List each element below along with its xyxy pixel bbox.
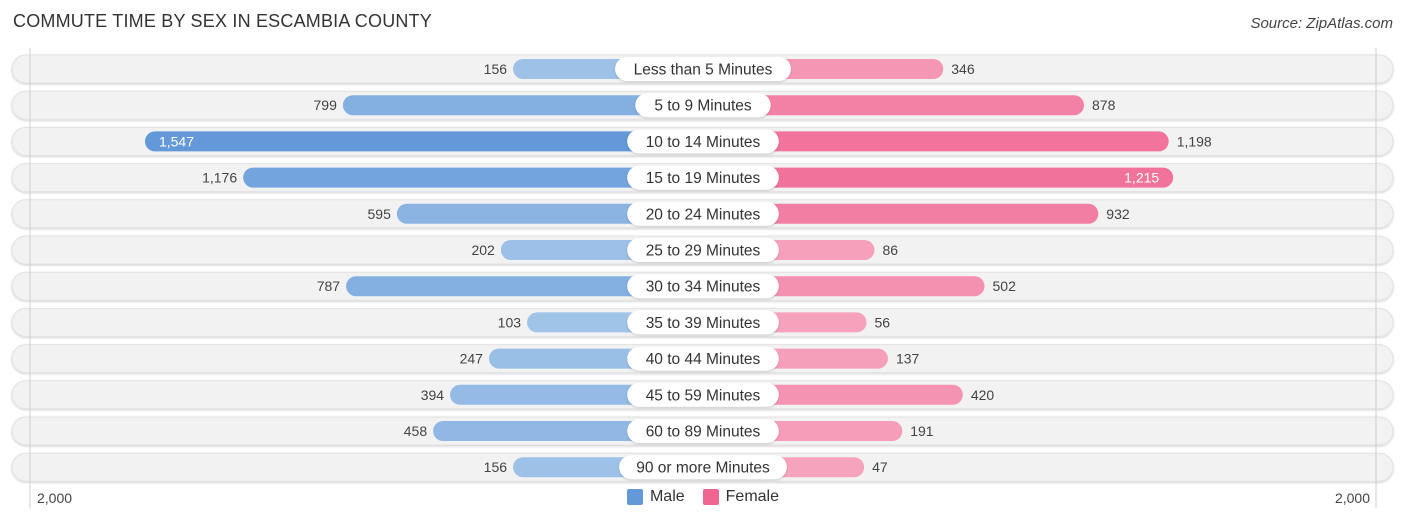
category-label: Less than 5 Minutes: [634, 62, 773, 79]
value-label-female: 191: [910, 423, 934, 439]
category-label: 5 to 9 Minutes: [654, 98, 752, 115]
value-label-female: 878: [1092, 97, 1116, 113]
value-label-male: 103: [498, 314, 522, 330]
value-label-male: 156: [484, 459, 508, 475]
category-label: 40 to 44 Minutes: [646, 351, 761, 368]
value-label-female: 56: [875, 314, 891, 330]
category-label: 25 to 29 Minutes: [646, 243, 761, 260]
legend-label-male: Male: [649, 488, 685, 505]
legend-item-male[interactable]: Male: [626, 488, 685, 506]
value-label-female: 47: [872, 459, 888, 475]
value-label-female: 137: [896, 351, 920, 367]
legend: Male Female: [0, 488, 1406, 506]
value-label-male: 595: [368, 206, 392, 222]
category-label: 10 to 14 Minutes: [646, 134, 761, 151]
category-label: 30 to 34 Minutes: [646, 279, 761, 296]
value-label-female: 1,198: [1177, 133, 1212, 149]
legend-swatch-female: [702, 489, 719, 505]
value-label-male: 1,176: [202, 170, 237, 186]
value-label-female: 502: [993, 278, 1017, 294]
chart-canvas: 156 346 Less than 5 Minutes 799 878 5 to 9 Mi…: [11, 48, 1394, 508]
value-label-male: 202: [471, 242, 495, 258]
value-label-female: 420: [971, 387, 995, 403]
value-label-male: 156: [484, 61, 508, 77]
value-label-male: 458: [404, 423, 428, 439]
value-label-male: 787: [317, 278, 341, 294]
category-label: 20 to 24 Minutes: [646, 206, 761, 223]
value-label-female: 1,215: [1124, 170, 1159, 186]
category-label: 15 to 19 Minutes: [646, 170, 761, 187]
category-label: 90 or more Minutes: [636, 460, 770, 477]
bar-male[interactable]: [144, 131, 703, 152]
category-label: 35 to 39 Minutes: [646, 315, 761, 332]
value-label-female: 932: [1106, 206, 1130, 222]
value-label-female: 86: [882, 242, 898, 258]
value-label-male: 1,547: [159, 133, 194, 149]
category-label: 60 to 89 Minutes: [646, 424, 761, 441]
legend-swatch-male: [626, 489, 643, 505]
value-label-male: 247: [460, 351, 484, 367]
legend-item-female[interactable]: Female: [702, 488, 780, 506]
category-label: 45 to 59 Minutes: [646, 387, 761, 404]
value-label-male: 394: [421, 387, 445, 403]
value-label-male: 799: [314, 97, 338, 113]
legend-label-female: Female: [725, 488, 780, 505]
value-label-female: 346: [951, 61, 975, 77]
